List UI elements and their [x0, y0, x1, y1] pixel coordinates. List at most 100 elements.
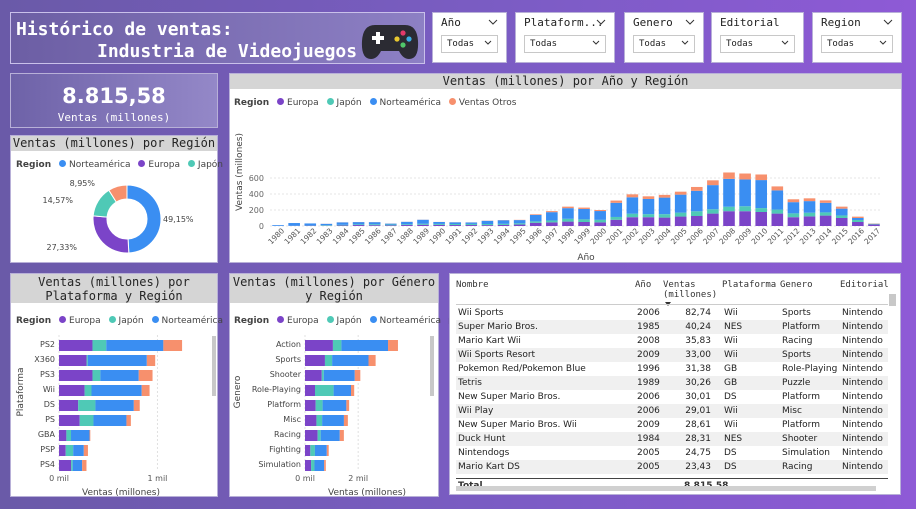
chevron-down-icon[interactable] — [685, 19, 695, 25]
year-bar-segment — [352, 224, 365, 226]
table-cell: Wii Play — [458, 406, 494, 416]
year-bar-segment — [819, 202, 832, 213]
year-bar-segment — [723, 206, 735, 212]
table-row[interactable]: New Super Mario Bros. 2006 30,01 DS Platform… — [456, 390, 888, 404]
year-bar-segment — [481, 220, 494, 224]
table-cell: Nintendo — [842, 364, 883, 374]
x-axis-title: Año — [577, 253, 595, 262]
bar-segment — [59, 445, 66, 456]
column-header-year[interactable]: Año — [635, 280, 651, 290]
table-cell: 1985 — [637, 322, 660, 332]
table-row[interactable]: New Super Mario Bros. Wii 2009 28,61 Wii Pla… — [456, 418, 888, 432]
column-header-sales[interactable]: Ventas (millones) — [663, 280, 717, 300]
chevron-down-icon[interactable] — [883, 19, 893, 25]
bar-segment — [321, 370, 324, 381]
slicer-region-dropdown[interactable]: Todas — [821, 35, 893, 53]
bar-segment — [65, 445, 74, 456]
table-row[interactable]: Mario Kart DS 2005 23,43 DS Racing Nintendo — [456, 460, 888, 474]
year-bar-segment — [481, 225, 494, 226]
year-bar-segment — [465, 223, 478, 226]
y-category-label: PSP — [40, 445, 55, 454]
table-cell: Wii — [724, 308, 738, 318]
column-header-name[interactable]: Nombre — [456, 280, 489, 290]
slicer-region[interactable]: Region Todas — [812, 12, 902, 63]
y-category-label: Simulation — [258, 460, 301, 469]
table-row[interactable]: Wii Sports Resort 2009 33,00 Wii Sports Ninte… — [456, 348, 888, 362]
year-bar-segment — [674, 216, 687, 226]
table-row[interactable]: Nintendogs 2005 24,75 DS Simulation Nintendo — [456, 446, 888, 460]
y-category-label: PS — [45, 415, 55, 424]
y-category-label: Platform — [267, 400, 301, 409]
year-bar-segment — [707, 180, 719, 186]
table-cell: GB — [724, 364, 738, 374]
bar-segment — [305, 340, 333, 351]
year-bar-segment — [562, 206, 574, 209]
table-row[interactable]: Pokemon Red/Pokemon Blue 1996 31,38 GB Role-… — [456, 362, 888, 376]
year-bar-segment — [417, 219, 429, 224]
table-cell: Role-Playing — [782, 364, 838, 374]
slicer-genre-dropdown[interactable]: Todas — [633, 35, 695, 53]
x-axis-title: Ventas (millones) — [82, 488, 160, 496]
table-cell: 28,61 — [685, 420, 711, 430]
x-tick-label: 2002 — [621, 226, 641, 246]
donut-data-label: 27,33% — [46, 243, 77, 252]
column-header-platform[interactable]: Plataforma — [722, 280, 776, 290]
table-row[interactable]: Duck Hunt 1984 28,31 NES Shooter Nintendo — [456, 432, 888, 446]
table-cell: Super Mario Bros. — [458, 322, 538, 332]
chevron-down-icon[interactable] — [488, 19, 498, 25]
region-donut-panel: Ventas (millones) por Región Region Nort… — [10, 135, 223, 263]
bar-segment — [314, 385, 334, 396]
slicer-platform[interactable]: Plataform... Todas — [515, 12, 615, 63]
gamepad-icon — [361, 25, 419, 59]
table-cell: 1989 — [637, 378, 660, 388]
table-cell: Wii — [724, 420, 738, 430]
bar-segment — [86, 355, 88, 366]
slicer-genre[interactable]: Genero Todas — [624, 12, 704, 63]
year-bar-segment — [787, 213, 800, 218]
year-bar-segment — [739, 173, 751, 180]
column-header-publisher[interactable]: Editorial — [840, 280, 889, 290]
chart-scrollbar — [430, 336, 434, 396]
y-category-label: PS2 — [40, 340, 55, 349]
x-tick-label: 1990 — [427, 226, 447, 246]
table-cell: Mario Kart DS — [458, 462, 520, 472]
table-cell: Platform — [782, 392, 820, 402]
slicer-year[interactable]: Año Todas — [432, 12, 507, 63]
slicer-publisher[interactable]: Editorial Todas — [711, 12, 804, 63]
table-horizontal-scrollbar[interactable] — [456, 486, 888, 492]
y-tick-label: 200 — [249, 206, 264, 215]
column-header-genre[interactable]: Genero — [780, 280, 813, 290]
y-category-label: Racing — [274, 430, 301, 439]
table-cell: 35,83 — [685, 336, 711, 346]
table-row[interactable]: Mario Kart Wii 2008 35,83 Wii Racing Nintendo — [456, 334, 888, 348]
table-scrollbar-thumb[interactable] — [889, 294, 896, 306]
year-bar-segment — [352, 222, 365, 225]
year-bar-segment — [417, 223, 429, 225]
table-cell: 2008 — [637, 336, 660, 346]
year-bar-segment — [626, 213, 639, 218]
year-bar-segment — [787, 202, 800, 214]
table-row[interactable]: Wii Sports 2006 82,74 Wii Sports Nintendo — [456, 306, 888, 320]
table-cell: GB — [724, 378, 738, 388]
year-bar-segment — [723, 178, 735, 207]
slicer-publisher-dropdown[interactable]: Todas — [720, 35, 795, 53]
slicer-year-dropdown[interactable]: Todas — [441, 35, 498, 53]
bar-segment — [59, 400, 79, 411]
table-cell: 2005 — [637, 448, 660, 458]
slicer-platform-dropdown[interactable]: Todas — [524, 35, 606, 53]
chevron-down-icon[interactable] — [596, 19, 606, 25]
table-cell: Nintendo — [842, 434, 883, 444]
year-bar-segment — [739, 211, 751, 226]
table-row[interactable]: Super Mario Bros. 1985 40,24 NES Platform Nin… — [456, 320, 888, 334]
donut-data-label: 49,15% — [163, 215, 194, 224]
x-tick-label: 1995 — [508, 226, 528, 246]
table-row[interactable]: Tetris 1989 30,26 GB Puzzle Nintendo — [456, 376, 888, 390]
bar-segment — [322, 400, 347, 411]
year-bar-segment — [594, 219, 606, 223]
year-bar-segment — [835, 206, 848, 209]
y-axis-title: Genero — [233, 375, 243, 408]
year-bar-segment — [320, 225, 333, 226]
year-bar-segment — [674, 194, 687, 213]
table-row[interactable]: Wii Play 2006 29,01 Wii Misc Nintendo — [456, 404, 888, 418]
bar-segment — [84, 385, 92, 396]
